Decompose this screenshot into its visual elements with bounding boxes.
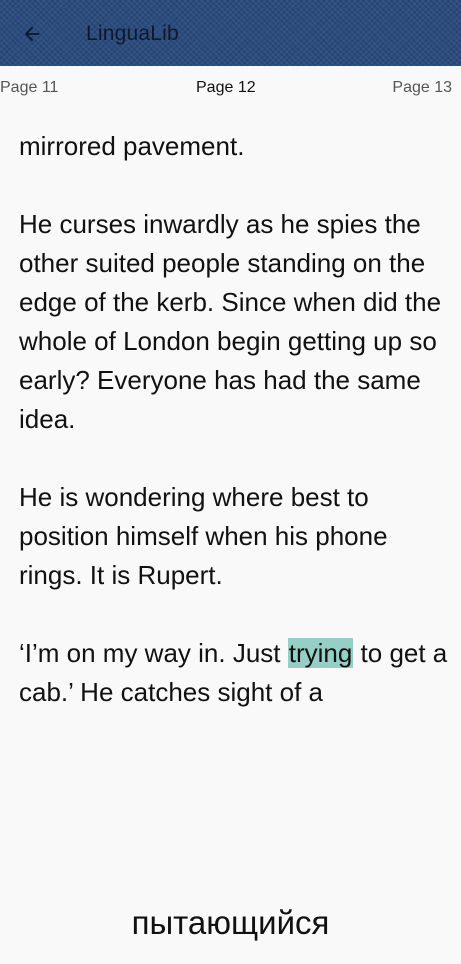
paragraph[interactable]: mirrored pavement. — [19, 127, 451, 166]
text-before-highlight[interactable]: ‘I’m on my way in. Just — [19, 638, 288, 668]
arrow-left-icon — [24, 26, 40, 42]
page-navigation: Page 11 Page 12 Page 13 — [0, 66, 461, 110]
page-current-tab[interactable]: Page 12 — [196, 79, 256, 97]
page-prev-tab[interactable]: Page 11 — [0, 79, 58, 97]
app-title: LinguaLib — [86, 22, 179, 45]
highlighted-word[interactable]: trying — [287, 638, 354, 668]
back-button[interactable] — [14, 16, 50, 52]
translation-text: пытающийся — [131, 904, 330, 941]
page-next-tab[interactable]: Page 13 — [392, 79, 452, 97]
paragraph[interactable]: He curses inwardly as he spies the other… — [19, 205, 451, 439]
reading-text: mirrored pavement. He curses inwardly as… — [19, 127, 451, 751]
paragraph[interactable]: He is wondering where best to position h… — [19, 478, 451, 595]
app-bar: LinguaLib — [0, 0, 461, 66]
paragraph[interactable]: ‘I’m on my way in. Just trying to get a … — [19, 634, 451, 712]
